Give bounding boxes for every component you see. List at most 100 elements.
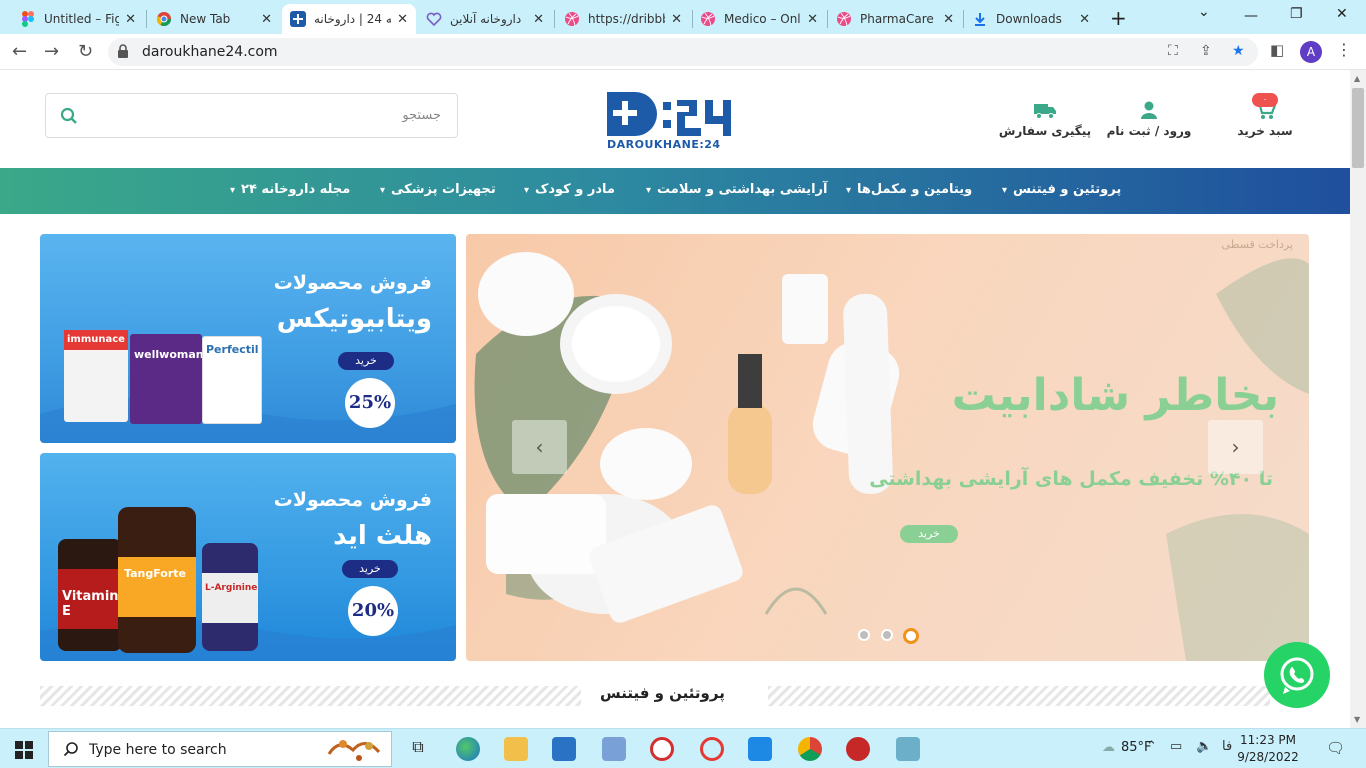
- close-tab-icon[interactable]: ✕: [397, 12, 408, 27]
- profile-avatar[interactable]: A: [1300, 41, 1322, 63]
- order-tracking-label: پیگیری سفارش: [998, 124, 1092, 138]
- site-logo[interactable]: DAROUKHANE:24: [605, 90, 745, 154]
- close-tab-icon[interactable]: ✕: [261, 12, 272, 27]
- chevron-down-icon: ▾: [1002, 185, 1008, 196]
- minimize-button[interactable]: —: [1244, 8, 1258, 24]
- tab-new-tab[interactable]: New Tab ✕: [148, 4, 280, 34]
- section-title: پروتئین و فیتنس: [600, 684, 725, 702]
- chrome-icon[interactable]: [798, 737, 822, 761]
- volume-icon[interactable]: 🔈: [1196, 739, 1212, 754]
- vscode-icon[interactable]: [748, 737, 772, 761]
- slide-headline: بخاطر شادابیت: [951, 370, 1279, 421]
- tab-dribbble[interactable]: https://dribbble.com ✕: [556, 4, 690, 34]
- order-tracking-link[interactable]: پیگیری سفارش: [990, 100, 1100, 138]
- scroll-down-icon[interactable]: ▼: [1354, 715, 1360, 724]
- tab-downloads[interactable]: Downloads ✕: [964, 4, 1098, 34]
- menu-dots-icon[interactable]: ⋮: [1336, 40, 1352, 59]
- tab-title: https://dribbble.com: [588, 12, 665, 26]
- translate-icon[interactable]: ⛶: [1168, 43, 1178, 59]
- edge-browser-icon[interactable]: [456, 737, 480, 761]
- nav-item-medical-equipment[interactable]: ▾ تجهیزات پزشکی: [380, 182, 496, 197]
- tab-title: PharmaCare –: [860, 12, 938, 26]
- close-tab-icon[interactable]: ✕: [533, 12, 544, 27]
- battery-icon[interactable]: ▭: [1170, 739, 1182, 754]
- tab-title: Medico – Online: [724, 12, 801, 26]
- clock-time: 11:23 PM: [1240, 733, 1296, 747]
- forward-arrow-icon[interactable]: →: [44, 41, 59, 62]
- task-view-icon[interactable]: ⧉: [406, 737, 430, 761]
- taskbar-clock[interactable]: 11:23 PM 9/28/2022: [1228, 732, 1308, 766]
- vitabiotics-banner[interactable]: immunace wellwoman Perfectil فروش محصولا…: [40, 234, 456, 443]
- delivery-truck-icon: [1034, 104, 1056, 119]
- slider-dot-active[interactable]: [903, 628, 919, 644]
- site-search-box[interactable]: جستجو: [45, 93, 458, 138]
- banner-buy-button[interactable]: خرید: [338, 352, 394, 370]
- nav-item-vitamins[interactable]: ▾ ویتامین و مکمل‌ها: [846, 182, 972, 197]
- reload-icon[interactable]: ↻: [78, 41, 93, 62]
- tab-search-chevron-icon[interactable]: ⌄: [1198, 4, 1210, 20]
- restore-button[interactable]: ❐: [1290, 6, 1303, 22]
- page-scrollbar[interactable]: ▲ ▼: [1350, 70, 1366, 728]
- cart-count-badge: ۰: [1252, 93, 1278, 107]
- remote-desktop-icon[interactable]: [602, 737, 626, 761]
- close-tab-icon[interactable]: ✕: [807, 12, 818, 27]
- share-icon[interactable]: ⇪: [1200, 43, 1212, 59]
- chevron-down-icon: ▾: [380, 185, 386, 196]
- close-tab-icon[interactable]: ✕: [943, 12, 954, 27]
- search-placeholder[interactable]: جستجو: [402, 108, 441, 123]
- nav-item-magazine[interactable]: ▾ مجله داروخانه ۲۴: [230, 182, 350, 197]
- windows-start-icon[interactable]: [15, 741, 33, 759]
- healthaid-banner[interactable]: Vitamin E TangForte L-Arginine فروش محصو…: [40, 453, 456, 661]
- hero-slider[interactable]: پرداخت قسطی بخاطر شادابیت تا ۴۰% تخفیف م…: [466, 234, 1309, 661]
- logo-subtitle: DAROUKHANE:24: [607, 138, 721, 151]
- search-icon[interactable]: [60, 107, 78, 125]
- new-tab-button[interactable]: +: [1110, 6, 1127, 30]
- tab-daroukhane24[interactable]: داروخانه 24 | داروخانه ✕: [282, 4, 416, 34]
- omnibox[interactable]: daroukhane24.com ⛶ ⇪ ★: [108, 38, 1258, 66]
- phpstorm-icon[interactable]: [846, 737, 870, 761]
- close-window-button[interactable]: ✕: [1336, 6, 1348, 22]
- url-text[interactable]: daroukhane24.com: [142, 44, 278, 60]
- banner-buy-button[interactable]: خرید: [342, 560, 398, 578]
- login-label: ورود / ثبت نام: [1106, 124, 1192, 138]
- slider-dot[interactable]: [881, 629, 893, 641]
- lock-icon[interactable]: [118, 44, 128, 58]
- slider-dot[interactable]: [858, 629, 870, 641]
- screen-recorder-icon[interactable]: [650, 737, 674, 761]
- close-tab-icon[interactable]: ✕: [1079, 12, 1090, 27]
- product-bottle-vitamin-e: Vitamin E: [58, 539, 122, 651]
- tab-figma[interactable]: Untitled – Figma ✕: [12, 4, 144, 34]
- tab-pharmacare[interactable]: PharmaCare – ✕: [828, 4, 962, 34]
- taskbar-search-placeholder[interactable]: Type here to search: [89, 742, 227, 758]
- nav-item-mother-child[interactable]: ▾ مادر و کودک: [524, 182, 615, 197]
- notepad-icon[interactable]: [896, 737, 920, 761]
- back-arrow-icon[interactable]: ←: [12, 41, 27, 62]
- weather-widget[interactable]: ☁ 85°F: [1102, 740, 1152, 755]
- tab-online-pharmacy[interactable]: داروخانه آنلاین ✕: [418, 4, 552, 34]
- opera-browser-icon[interactable]: [700, 737, 724, 761]
- scroll-up-icon[interactable]: ▲: [1354, 74, 1360, 83]
- nav-item-cosmetics[interactable]: ▾ آرایشی بهداشتی و سلامت: [646, 182, 828, 197]
- notification-icon[interactable]: 🗨: [1326, 739, 1345, 757]
- side-panel-icon[interactable]: ◧: [1270, 41, 1284, 59]
- mail-icon[interactable]: [552, 737, 576, 761]
- file-explorer-icon[interactable]: [504, 737, 528, 761]
- close-tab-icon[interactable]: ✕: [671, 12, 682, 27]
- close-tab-icon[interactable]: ✕: [125, 12, 136, 27]
- login-link[interactable]: ورود / ثبت نام: [1094, 100, 1204, 138]
- scrollbar-thumb[interactable]: [1352, 88, 1364, 168]
- whatsapp-button[interactable]: [1264, 642, 1330, 708]
- tab-title: داروخانه 24 | داروخانه: [314, 12, 392, 26]
- figma-icon: [22, 11, 34, 27]
- tab-medico[interactable]: Medico – Online ✕: [692, 4, 826, 34]
- nav-item-protein-fitness[interactable]: ▾ پروتئین و فیتنس: [1002, 182, 1121, 197]
- clock-date: 9/28/2022: [1237, 750, 1299, 764]
- slide-buy-button[interactable]: خرید: [900, 525, 958, 543]
- slide-photo-skincare: [474, 252, 1309, 661]
- taskbar-search-box[interactable]: Type here to search: [48, 731, 392, 767]
- bookmark-star-icon[interactable]: ★: [1232, 43, 1245, 59]
- chevron-left-icon: ‹: [535, 435, 544, 459]
- slider-next-button[interactable]: ›: [1208, 420, 1263, 474]
- show-hidden-icons-chevron-icon[interactable]: ⌃: [1146, 739, 1157, 754]
- slider-prev-button[interactable]: ‹: [512, 420, 567, 474]
